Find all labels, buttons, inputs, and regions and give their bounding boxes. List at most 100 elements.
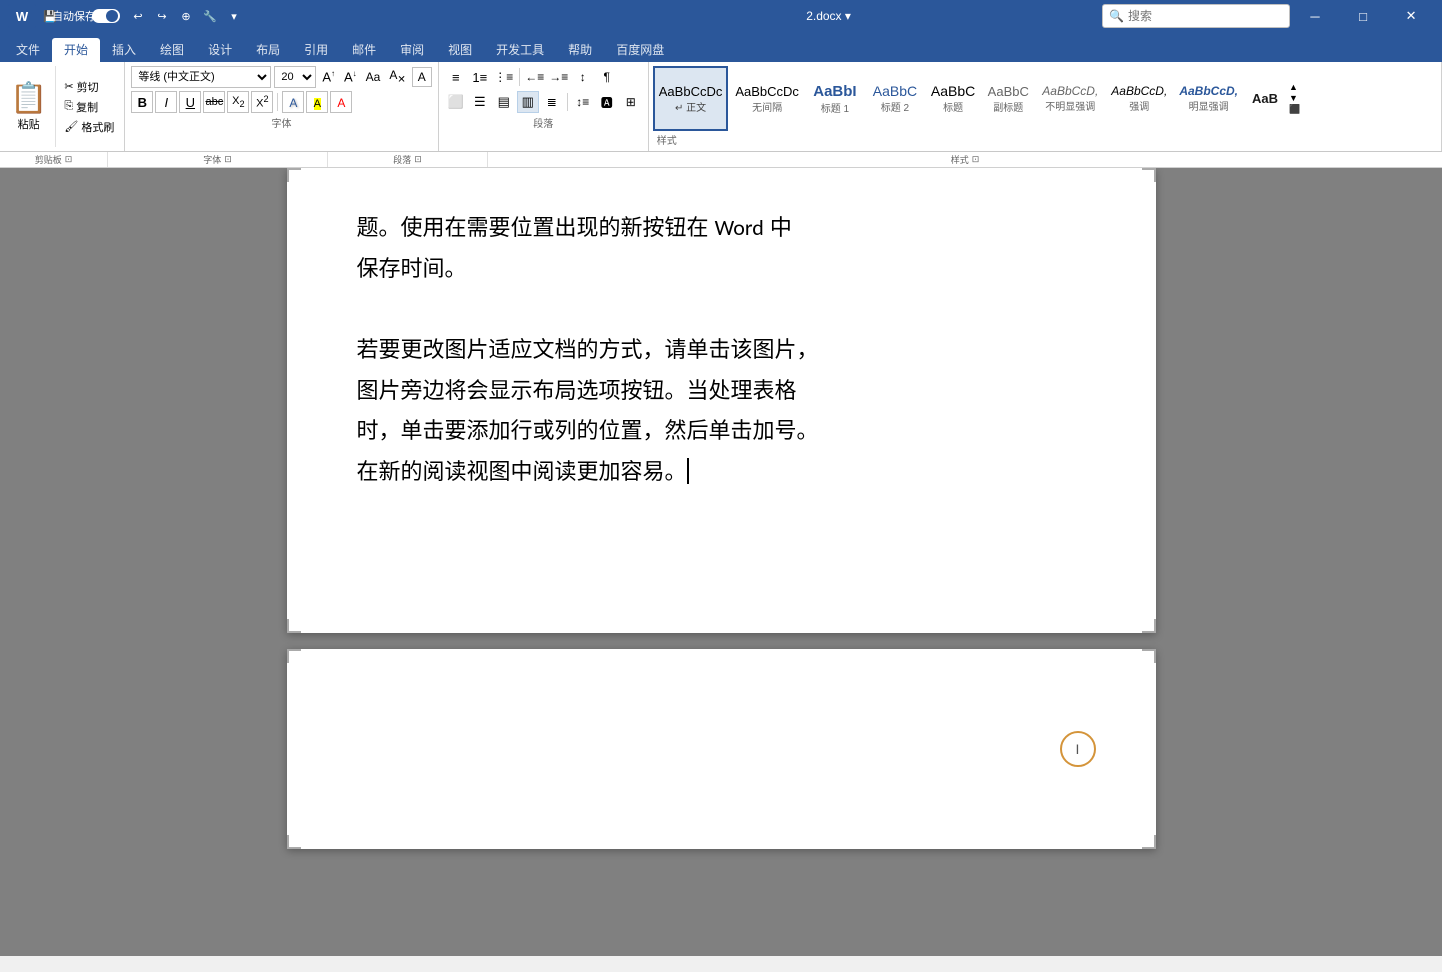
minimize-button[interactable]: ─ xyxy=(1292,0,1338,32)
style-heading2[interactable]: AaBbC 标题 2 xyxy=(866,66,924,131)
clear-format-button[interactable]: A✕ xyxy=(386,67,408,86)
tab-home[interactable]: 开始 xyxy=(52,38,100,62)
underline-button[interactable]: U xyxy=(179,91,201,113)
title-bar: W 💾 自动保存 ↩ ↪ ⊕ 🔧 ▾ 2.docx ▾ 🔍 ─ □ ✕ xyxy=(0,0,1442,32)
paste-button[interactable]: 📋 粘贴 xyxy=(2,66,56,147)
font-name-select[interactable]: 等线 (中文正文) xyxy=(131,66,271,88)
autosave-label: 自动保存 xyxy=(64,6,84,26)
paragraph-label-text: 段落 xyxy=(393,153,411,166)
font-grow-button[interactable]: A↑ xyxy=(319,68,338,85)
multilevel-list-button[interactable]: ⋮≡ xyxy=(493,66,515,88)
tab-layout[interactable]: 布局 xyxy=(244,38,292,62)
search-input[interactable] xyxy=(1128,9,1283,23)
style-emphasis[interactable]: AaBbCcD, 强调 xyxy=(1106,66,1172,131)
italic-button[interactable]: I xyxy=(155,91,177,113)
show-formatting-button[interactable]: ¶ xyxy=(596,66,618,88)
style-intense-emphasis[interactable]: AaBbCcD, 明显强调 xyxy=(1174,66,1243,131)
text-cursor xyxy=(687,458,689,484)
style-heading1[interactable]: AaBbI 标题 1 xyxy=(806,66,864,131)
change-case-button[interactable]: Aa xyxy=(363,69,384,85)
tab-baidu[interactable]: 百度网盘 xyxy=(604,38,676,62)
tab-references[interactable]: 引用 xyxy=(292,38,340,62)
autosave-toggle[interactable] xyxy=(92,9,120,23)
increase-indent-button[interactable]: →≡ xyxy=(548,66,570,88)
tab-file[interactable]: 文件 xyxy=(4,38,52,62)
more-icon[interactable]: ⊕ xyxy=(176,6,196,26)
title-bar-left: W 💾 自动保存 ↩ ↪ ⊕ 🔧 ▾ xyxy=(8,4,555,28)
styles-label-text: 样式 xyxy=(951,153,969,166)
font-label: 字体 ⊡ xyxy=(108,152,328,167)
style-strong[interactable]: AaB xyxy=(1245,66,1285,131)
paste-label: 粘贴 xyxy=(18,116,40,132)
corner-top-left-p2 xyxy=(287,649,301,663)
font-color-picker-button[interactable]: A xyxy=(412,67,432,87)
font-shrink-button[interactable]: A↓ xyxy=(341,68,360,85)
line-spacing-button[interactable]: ↕≡ xyxy=(572,91,594,113)
text-effect-button[interactable]: A xyxy=(282,91,304,113)
styles-dialog-icon[interactable]: ⊡ xyxy=(972,154,980,165)
cut-button[interactable]: ✂ 剪切 xyxy=(60,78,118,96)
clipboard-label-text: 剪贴板 xyxy=(35,153,62,166)
overflow-icon[interactable]: ▾ xyxy=(224,6,244,26)
style-normal[interactable]: AaBbCcDc ↵ 正文 xyxy=(653,66,729,131)
para-dialog-icon[interactable]: ⊡ xyxy=(414,154,422,165)
tab-view[interactable]: 视图 xyxy=(436,38,484,62)
tab-draw[interactable]: 绘图 xyxy=(148,38,196,62)
page-gap xyxy=(0,633,1442,649)
divider3 xyxy=(567,93,568,111)
close-button[interactable]: ✕ xyxy=(1388,0,1434,32)
font-group-label: 字体 xyxy=(131,115,431,130)
clipboard-dialog-icon[interactable]: ⊡ xyxy=(65,154,73,165)
font-color-button[interactable]: A xyxy=(330,91,352,113)
shading-button[interactable]: 🅰 xyxy=(596,91,618,113)
tab-insert[interactable]: 插入 xyxy=(100,38,148,62)
styles-group-label: 样式 xyxy=(653,132,1437,147)
bold-button[interactable]: B xyxy=(131,91,153,113)
styles-more-button[interactable]: ▲ ▼ ⬛ xyxy=(1287,66,1302,131)
font-size-select[interactable]: 20 xyxy=(274,66,316,88)
tab-developer[interactable]: 开发工具 xyxy=(484,38,556,62)
undo-icon[interactable]: ↩ xyxy=(128,6,148,26)
strikethrough-button[interactable]: abc xyxy=(203,91,225,113)
style-title[interactable]: AaBbC 标题 xyxy=(926,66,980,131)
highlight-color-button[interactable]: A xyxy=(306,91,328,113)
word-icon: W xyxy=(8,4,36,28)
restore-button[interactable]: □ xyxy=(1340,0,1386,32)
style-normal-preview: AaBbCcDc xyxy=(659,84,723,99)
paragraph-group: ≡ 1≡ ⋮≡ ←≡ →≡ ↕ ¶ ⬜ ☰ ▤ ▥ ≣ ↕≡ 🅰 ⊞ 段落 xyxy=(439,62,649,151)
tab-design[interactable]: 设计 xyxy=(196,38,244,62)
document-area[interactable]: 题。使用在需要位置出现的新按钮在 Word 中 保存时间。 若要更改图片适应文档… xyxy=(0,168,1442,956)
redo-icon[interactable]: ↪ xyxy=(152,6,172,26)
tab-help[interactable]: 帮助 xyxy=(556,38,604,62)
divider1 xyxy=(277,93,278,111)
numbering-button[interactable]: 1≡ xyxy=(469,66,491,88)
format-painter-button[interactable]: 🖌 格式刷 xyxy=(60,118,118,136)
copy-button[interactable]: ⎘ 复制 xyxy=(60,98,118,116)
font-dialog-icon[interactable]: ⊡ xyxy=(224,154,232,165)
subscript-button[interactable]: X2 xyxy=(227,91,249,113)
page-1-content[interactable]: 题。使用在需要位置出现的新按钮在 Word 中 保存时间。 若要更改图片适应文档… xyxy=(357,208,1086,493)
borders-button[interactable]: ⊞ xyxy=(620,91,642,113)
sort-button[interactable]: ↕ xyxy=(572,66,594,88)
search-bar[interactable]: 🔍 xyxy=(1102,4,1290,28)
corner-bottom-left-p2 xyxy=(287,835,301,849)
style-heading2-preview: AaBbC xyxy=(873,83,917,99)
align-center-button[interactable]: ☰ xyxy=(469,91,491,113)
page1-line6: 时，单击要添加行或列的位置，然后单击加号。 xyxy=(357,411,1086,452)
style-title-label: 标题 xyxy=(943,99,963,114)
customize-icon[interactable]: 🔧 xyxy=(200,6,220,26)
style-no-spacing[interactable]: AaBbCcDc 无间隔 xyxy=(730,66,804,131)
distributed-button[interactable]: ≣ xyxy=(541,91,563,113)
tab-review[interactable]: 审阅 xyxy=(388,38,436,62)
align-left-button[interactable]: ⬜ xyxy=(445,91,467,113)
tab-mailings[interactable]: 邮件 xyxy=(340,38,388,62)
style-subtitle[interactable]: AaBbC 副标题 xyxy=(982,66,1034,131)
superscript-button[interactable]: X2 xyxy=(251,91,273,113)
font-label-text: 字体 xyxy=(203,153,221,166)
title-bar-right: 🔍 ─ □ ✕ xyxy=(1102,0,1434,32)
style-subtle-emphasis[interactable]: AaBbCcD, 不明显强调 xyxy=(1036,66,1104,131)
bullets-button[interactable]: ≡ xyxy=(445,66,467,88)
decrease-indent-button[interactable]: ←≡ xyxy=(524,66,546,88)
justify-button[interactable]: ▥ xyxy=(517,91,539,113)
align-right-button[interactable]: ▤ xyxy=(493,91,515,113)
